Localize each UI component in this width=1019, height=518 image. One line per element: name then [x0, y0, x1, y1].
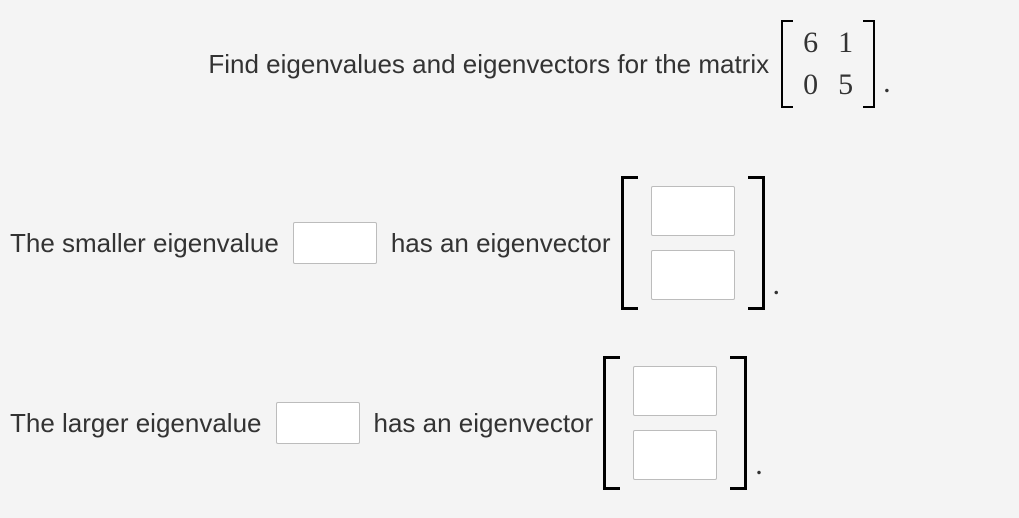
matrix-cell-11: 6 — [803, 26, 818, 60]
prompt-period: . — [883, 66, 891, 108]
smaller-eigenvalue-input[interactable] — [293, 222, 377, 264]
smaller-label-after: has an eigenvector — [391, 228, 611, 259]
bracket-right-icon — [749, 176, 765, 310]
larger-eigenvector-input-2[interactable] — [633, 430, 717, 480]
question-container: Find eigenvalues and eigenvectors for th… — [0, 0, 1019, 518]
larger-eigenvector — [603, 356, 747, 490]
larger-eigenvalue-input[interactable] — [276, 402, 360, 444]
smaller-label-before: The smaller eigenvalue — [10, 228, 279, 259]
matrix-cells: 6 1 0 5 — [793, 20, 863, 108]
bracket-left-icon — [603, 356, 619, 490]
smaller-eigenvector — [621, 176, 765, 310]
matrix-cell-12: 1 — [838, 26, 853, 60]
smaller-eigenvalue-row: The smaller eigenvalue has an eigenvecto… — [10, 168, 1009, 318]
larger-label-before: The larger eigenvalue — [10, 408, 262, 439]
matrix-cell-22: 5 — [838, 68, 853, 102]
smaller-period: . — [773, 268, 781, 310]
prompt-text: Find eigenvalues and eigenvectors for th… — [208, 49, 769, 80]
smaller-eigenvector-input-2[interactable] — [651, 250, 735, 300]
larger-eigenvector-input-1[interactable] — [633, 366, 717, 416]
smaller-eigenvector-input-1[interactable] — [651, 186, 735, 236]
larger-period: . — [755, 448, 763, 490]
bracket-right-icon — [863, 20, 875, 108]
larger-eigenvalue-row: The larger eigenvalue has an eigenvector… — [10, 348, 1009, 498]
bracket-left-icon — [621, 176, 637, 310]
bracket-right-icon — [731, 356, 747, 490]
larger-label-after: has an eigenvector — [374, 408, 594, 439]
bracket-left-icon — [781, 20, 793, 108]
matrix-A: 6 1 0 5 — [781, 20, 875, 108]
matrix-cell-21: 0 — [803, 68, 818, 102]
prompt-row: Find eigenvalues and eigenvectors for th… — [10, 20, 1009, 108]
